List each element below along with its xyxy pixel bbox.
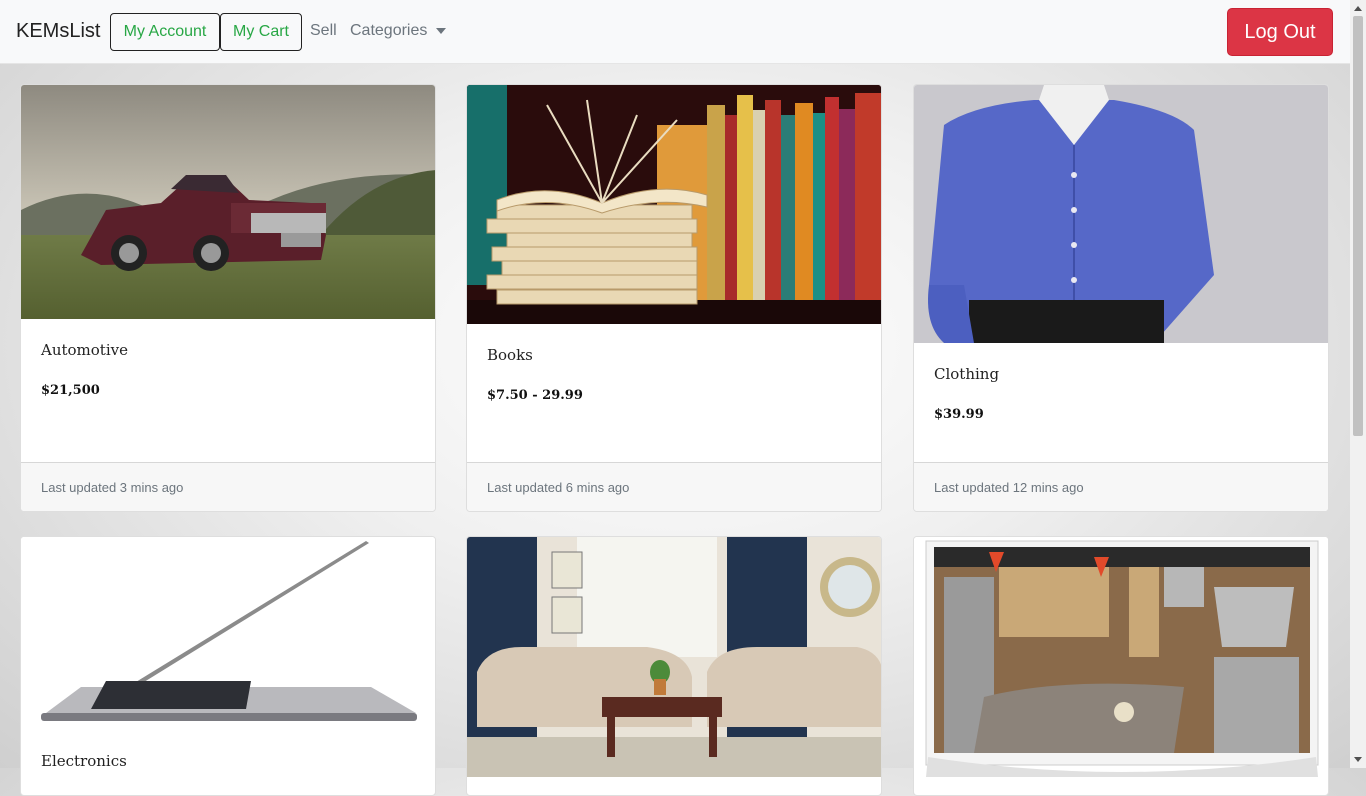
card-title[interactable]: Books	[487, 346, 533, 364]
laptop-image[interactable]	[21, 537, 435, 737]
card-price: $39.99	[934, 407, 984, 422]
card-footer: Last updated 6 mins ago	[467, 462, 881, 511]
product-card-appliances[interactable]	[913, 536, 1329, 796]
card-footer: Last updated 3 mins ago	[21, 462, 435, 511]
blue-shirt-image[interactable]	[914, 85, 1328, 343]
last-updated-text: Last updated 3 mins ago	[41, 479, 184, 495]
product-card-furniture[interactable]	[466, 536, 882, 796]
brand-logo[interactable]: KEMsList	[16, 20, 100, 43]
books-stack-image[interactable]	[467, 85, 881, 324]
scroll-up-arrow-icon[interactable]	[1354, 6, 1362, 11]
navbar: KEMsList My Account My Cart Sell Categor…	[0, 0, 1350, 64]
card-footer: Last updated 12 mins ago	[914, 462, 1328, 511]
card-title[interactable]: Clothing	[934, 365, 999, 383]
scrollbar-thumb[interactable]	[1353, 16, 1363, 436]
last-updated-text: Last updated 12 mins ago	[934, 479, 1084, 495]
kitchen-image[interactable]	[914, 537, 1328, 777]
page-scrollbar[interactable]	[1350, 0, 1366, 768]
product-card-electronics[interactable]: Electronics	[20, 536, 436, 796]
card-title[interactable]: Electronics	[41, 752, 127, 770]
pickup-truck-image[interactable]	[21, 85, 435, 319]
scroll-down-arrow-icon[interactable]	[1354, 757, 1362, 762]
sell-link[interactable]: Sell	[310, 22, 337, 40]
my-cart-button[interactable]: My Cart	[220, 13, 302, 51]
living-room-image[interactable]	[467, 537, 881, 777]
my-account-button[interactable]: My Account	[110, 13, 220, 51]
categories-label: Categories	[350, 22, 428, 39]
product-card-books[interactable]: Books $7.50 - 29.99 Last updated 6 mins …	[466, 84, 882, 512]
log-out-button[interactable]: Log Out	[1227, 8, 1333, 56]
product-card-clothing[interactable]: Clothing $39.99 Last updated 12 mins ago	[913, 84, 1329, 512]
caret-down-icon	[436, 27, 447, 34]
categories-dropdown[interactable]: Categories	[350, 22, 447, 40]
last-updated-text: Last updated 6 mins ago	[487, 479, 630, 495]
card-price: $7.50 - 29.99	[487, 388, 583, 403]
product-card-automotive[interactable]: Automotive $21,500 Last updated 3 mins a…	[20, 84, 436, 512]
card-price: $21,500	[41, 383, 100, 398]
card-title[interactable]: Automotive	[41, 341, 128, 359]
